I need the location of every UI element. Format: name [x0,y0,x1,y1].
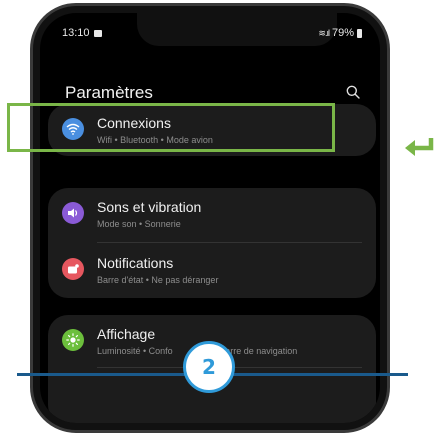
battery-icon [357,28,362,38]
status-time: 13:10 [62,27,102,39]
battery-percent: 79% [331,27,354,39]
status-indicators: ≋.ıl 79% [318,27,362,39]
subtitle-left: Luminosité • Confo [97,346,173,356]
time-text: 13:10 [62,27,90,39]
step-number-badge: 2 [183,341,235,393]
camera-notch [137,13,337,46]
settings-item-subtitle: Barre d'état • Ne pas déranger [97,275,219,285]
settings-item-label: Notifications [97,255,174,271]
return-arrow-icon [405,138,434,156]
search-icon[interactable] [346,85,360,99]
notification-icon [62,258,84,280]
signal-icon: ≋.ıl [318,27,330,38]
settings-item-label: Affichage [97,326,156,342]
sound-notifications-card: Sons et vibration Mode son • Sonnerie No… [48,188,376,298]
settings-item-label: Sons et vibration [97,199,202,215]
brightness-icon [62,329,84,351]
divider [97,242,362,243]
page-title: Paramètres [65,83,153,102]
settings-item-sons-vibration[interactable]: Sons et vibration Mode son • Sonnerie [48,188,376,240]
volume-icon [62,202,84,224]
settings-item-subtitle: Mode son • Sonnerie [97,219,181,229]
shopping-bag-icon [93,30,102,37]
highlight-box [7,103,335,152]
settings-item-notifications[interactable]: Notifications Barre d'état • Ne pas déra… [48,244,376,296]
